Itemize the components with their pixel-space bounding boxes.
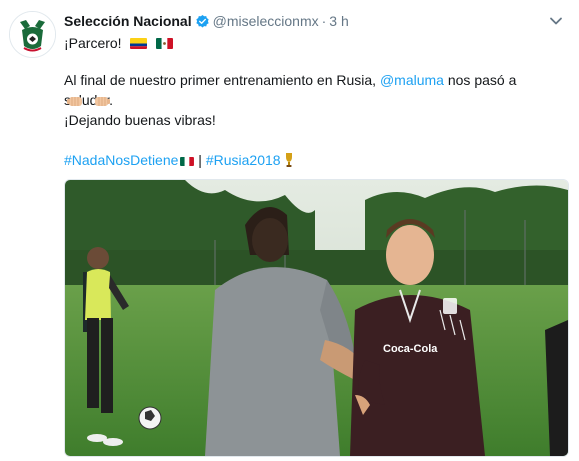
trophy-icon	[284, 152, 294, 173]
mexico-crest-icon	[10, 12, 55, 57]
colombia-flag-icon	[130, 38, 148, 49]
text-parcero: ¡Parcero!	[64, 35, 122, 51]
text-entrenamiento: Al final de nuestro primer entrenamiento…	[64, 72, 380, 88]
profile-avatar[interactable]	[9, 11, 56, 58]
tweet-header: Selección Nacional @miseleccionmx · 3 h	[64, 12, 539, 32]
tweet-text-hashtags: #NadaNosDetiene | #Rusia2018	[64, 150, 569, 173]
chevron-down-icon[interactable]	[547, 12, 565, 30]
mexico-flag-icon	[156, 38, 174, 49]
hashtag-separator: |	[194, 152, 206, 168]
header-separator: ·	[321, 13, 327, 29]
tweet-timestamp[interactable]: 3 h	[329, 13, 348, 29]
svg-text:Coca-Cola: Coca-Cola	[383, 343, 438, 355]
verified-badge-icon	[195, 14, 210, 33]
display-name[interactable]: Selección Nacional	[64, 13, 192, 29]
hashtag-rusia2018[interactable]: #Rusia2018	[206, 152, 281, 168]
hashtag-nadanosdetiene[interactable]: #NadaNosDetiene	[64, 152, 178, 168]
mention-link[interactable]: @maluma	[380, 72, 444, 88]
mexico-flag-icon	[180, 157, 195, 166]
training-photo-image: Coca-Cola	[65, 180, 568, 456]
tweet-card[interactable]: Selección Nacional @miseleccionmx · 3 h ¡Pa…	[0, 0, 579, 461]
tweet-text-line-4: ¡Dejando buenas vibras!	[64, 112, 216, 128]
tweet-photo[interactable]: Coca-Cola	[64, 179, 569, 457]
tweet-text-line-1: ¡Parcero!	[64, 33, 569, 53]
user-handle[interactable]: @miseleccionmx	[213, 13, 319, 29]
